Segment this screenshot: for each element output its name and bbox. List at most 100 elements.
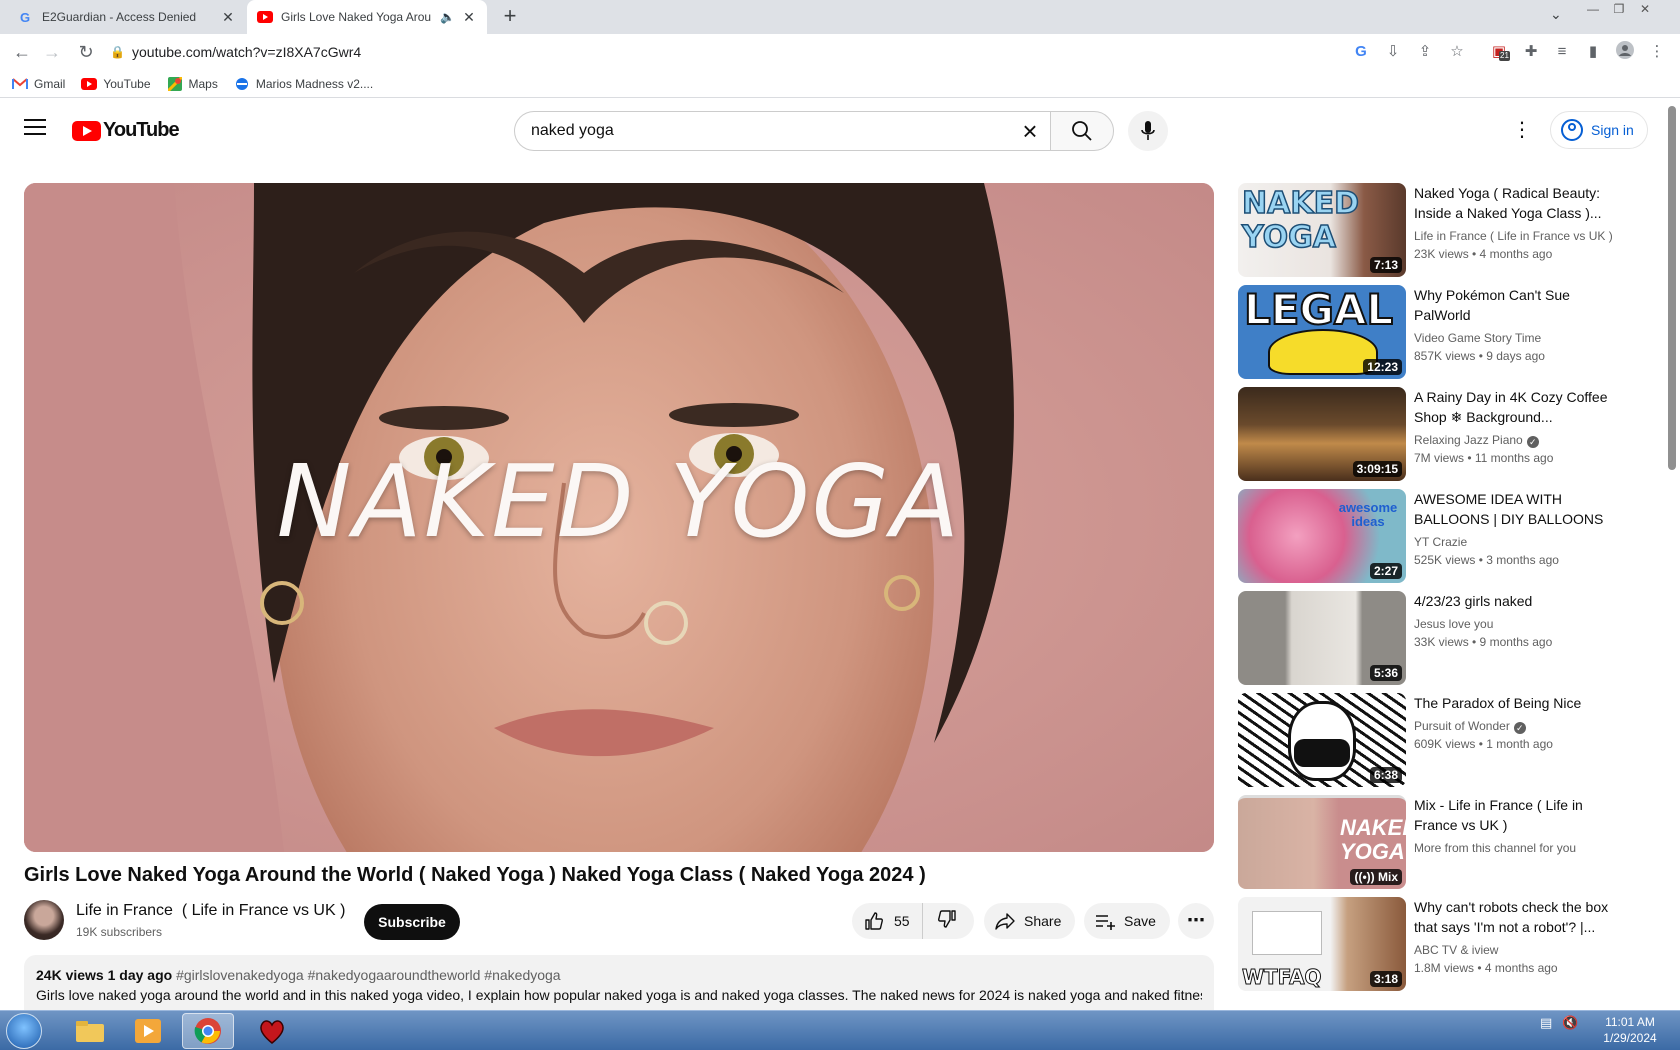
profile-icon[interactable]: [1614, 41, 1636, 63]
lock-icon[interactable]: 🔒: [110, 45, 125, 59]
bookmark-maps[interactable]: Maps: [167, 76, 218, 91]
address-bar[interactable]: 🔒 youtube.com/watch?v=zI8XA7cGwr4: [110, 37, 1355, 67]
install-app-icon[interactable]: ⇩: [1382, 41, 1404, 63]
minimize-icon[interactable]: —: [1580, 0, 1606, 18]
settings-menu-icon[interactable]: ⋮: [1512, 119, 1532, 143]
recommendation-title[interactable]: The Paradox of Being Nice: [1414, 693, 1614, 713]
like-button[interactable]: 55: [852, 903, 923, 939]
game-app-icon[interactable]: [246, 1013, 298, 1049]
video-thumbnail[interactable]: WTFAQ 3:18: [1238, 897, 1406, 991]
video-thumbnail[interactable]: awesome ideas 2:27: [1238, 489, 1406, 583]
recommendation-title[interactable]: 4/23/23 girls naked: [1414, 591, 1614, 611]
recommendation-meta: 7M views • 11 months ago: [1414, 451, 1554, 465]
bookmark-youtube[interactable]: YouTube: [81, 76, 151, 91]
video-thumbnail[interactable]: NAKED YOGA ((•)) Mix: [1238, 795, 1406, 889]
share-button[interactable]: Share: [984, 903, 1076, 939]
recommendation-card[interactable]: WTFAQ 3:18 Why can't robots check the bo…: [1238, 897, 1638, 991]
close-window-icon[interactable]: ✕: [1632, 0, 1658, 18]
close-tab-icon[interactable]: ✕: [220, 9, 236, 25]
recommendation-channel[interactable]: Pursuit of Wonder ✓: [1414, 717, 1614, 735]
google-lens-icon[interactable]: G: [1350, 41, 1372, 63]
bookmark-gmail[interactable]: Gmail: [12, 77, 65, 91]
tab-strip: G E2Guardian - Access Denied ✕ Girls Lov…: [0, 0, 1680, 34]
recommendation-title[interactable]: A Rainy Day in 4K Cozy Coffee Shop ❄ Bac…: [1414, 387, 1614, 427]
video-thumbnail[interactable]: LEGAL 12:23: [1238, 285, 1406, 379]
radio-icon: ((•)): [1354, 870, 1378, 884]
tab-search-icon[interactable]: ⌄: [1550, 6, 1562, 23]
recommendation-channel[interactable]: Life in France ( Life in France vs UK ): [1414, 227, 1614, 245]
search-button[interactable]: [1050, 111, 1114, 151]
forward-arrow-icon[interactable]: →: [40, 40, 64, 64]
recommendation-title[interactable]: Mix - Life in France ( Life in France vs…: [1414, 795, 1614, 835]
recommendation-title[interactable]: Naked Yoga ( Radical Beauty: Inside a Na…: [1414, 183, 1614, 223]
media-player-icon[interactable]: [122, 1013, 174, 1049]
audio-playing-icon[interactable]: 🔈: [440, 10, 455, 24]
hashtags[interactable]: #girlslovenakedyoga #nakedyogaaroundthew…: [176, 967, 561, 983]
recommendation-channel[interactable]: ABC TV & iview: [1414, 941, 1614, 959]
video-overlay-title: NAKED YOGA: [276, 443, 962, 560]
recommendation-channel[interactable]: Jesus love you: [1414, 615, 1614, 633]
search-input[interactable]: naked yoga ×: [514, 111, 1050, 151]
network-icon[interactable]: ▤: [1540, 1015, 1552, 1031]
recommendation-channel[interactable]: YT Crazie: [1414, 533, 1614, 551]
recommendation-card[interactable]: NAKED YOGA 7:13 Naked Yoga ( Radical Bea…: [1238, 183, 1638, 277]
recommendation-title[interactable]: Why Pokémon Can't Sue PalWorld: [1414, 285, 1614, 325]
recommendation-card[interactable]: 3:09:15 A Rainy Day in 4K Cozy Coffee Sh…: [1238, 387, 1638, 481]
like-count: 55: [894, 913, 910, 929]
views-and-date: 24K views 1 day ago: [36, 967, 173, 983]
share-page-icon[interactable]: ⇪: [1414, 41, 1436, 63]
voice-search-button[interactable]: [1128, 111, 1168, 151]
browser-menu-icon[interactable]: ⋮: [1646, 41, 1668, 63]
bookmark-label: YouTube: [103, 76, 151, 91]
recommendation-card[interactable]: 5:36 4/23/23 girls naked Jesus love you …: [1238, 591, 1638, 685]
back-arrow-icon[interactable]: ←: [10, 40, 34, 64]
bookmark-star-icon[interactable]: ☆: [1446, 41, 1468, 63]
restore-icon[interactable]: ❐: [1606, 0, 1632, 18]
channel-avatar[interactable]: [24, 900, 64, 940]
channel-name[interactable]: Life in France ( Life in France vs UK ): [76, 902, 345, 920]
page-scrollbar[interactable]: [1668, 106, 1676, 470]
extensions-puzzle-icon[interactable]: ✚: [1520, 41, 1542, 63]
new-tab-button[interactable]: +: [498, 5, 522, 29]
recommendation-meta: 525K views • 3 months ago: [1414, 553, 1559, 567]
share-icon: [995, 913, 1015, 930]
recommendation-channel: More from this channel for you: [1414, 841, 1577, 855]
recommendation-channel[interactable]: Video Game Story Time: [1414, 329, 1614, 347]
tab-title: Girls Love Naked Yoga Arou: [281, 10, 432, 24]
system-clock[interactable]: 11:01 AM 1/29/2024: [1590, 1014, 1670, 1046]
video-player[interactable]: NAKED YOGA: [24, 183, 1214, 852]
youtube-logo[interactable]: YouTube: [72, 119, 180, 142]
sign-in-button[interactable]: Sign in: [1550, 111, 1648, 149]
side-panel-icon[interactable]: ▮: [1582, 41, 1604, 63]
volume-muted-icon[interactable]: 🔇: [1562, 1015, 1578, 1031]
tab-e2guardian[interactable]: G E2Guardian - Access Denied ✕: [8, 0, 246, 34]
reading-list-icon[interactable]: ≡: [1551, 41, 1573, 63]
clear-search-icon[interactable]: ×: [1010, 116, 1050, 147]
recommendation-channel[interactable]: Relaxing Jazz Piano ✓: [1414, 431, 1614, 449]
file-explorer-icon[interactable]: [64, 1013, 116, 1049]
recommendation-card[interactable]: 6:38 The Paradox of Being Nice Pursuit o…: [1238, 693, 1638, 787]
subscribe-button[interactable]: Subscribe: [364, 904, 460, 940]
recommendation-card[interactable]: awesome ideas 2:27 AWESOME IDEA WITH BAL…: [1238, 489, 1638, 583]
video-thumbnail[interactable]: NAKED YOGA 7:13: [1238, 183, 1406, 277]
chrome-icon[interactable]: [182, 1013, 234, 1049]
recommendation-title[interactable]: Why can't robots check the box that says…: [1414, 897, 1614, 937]
recommendation-card[interactable]: NAKED YOGA ((•)) Mix Mix - Life in Franc…: [1238, 795, 1638, 889]
more-actions-button[interactable]: ⋯: [1178, 903, 1214, 939]
start-button[interactable]: [6, 1013, 42, 1049]
thumbs-down-icon: [937, 909, 956, 928]
reload-icon[interactable]: ↻: [74, 40, 98, 64]
url-text: youtube.com/watch?v=zI8XA7cGwr4: [132, 44, 362, 60]
menu-icon[interactable]: [24, 119, 46, 137]
extension-shield-icon[interactable]: ▣21: [1488, 41, 1510, 63]
dislike-button[interactable]: [923, 909, 957, 934]
close-tab-icon[interactable]: ✕: [461, 9, 477, 25]
video-thumbnail[interactable]: 6:38: [1238, 693, 1406, 787]
recommendation-card[interactable]: LEGAL 12:23 Why Pokémon Can't Sue PalWor…: [1238, 285, 1638, 379]
video-thumbnail[interactable]: 5:36: [1238, 591, 1406, 685]
tab-youtube-video[interactable]: Girls Love Naked Yoga Arou 🔈 ✕: [247, 0, 487, 34]
recommendation-title[interactable]: AWESOME IDEA WITH BALLOONS | DIY BALLOON…: [1414, 489, 1614, 529]
bookmark-marios-madness[interactable]: Marios Madness v2....: [234, 77, 373, 91]
video-thumbnail[interactable]: 3:09:15: [1238, 387, 1406, 481]
save-button[interactable]: Save: [1084, 903, 1170, 939]
